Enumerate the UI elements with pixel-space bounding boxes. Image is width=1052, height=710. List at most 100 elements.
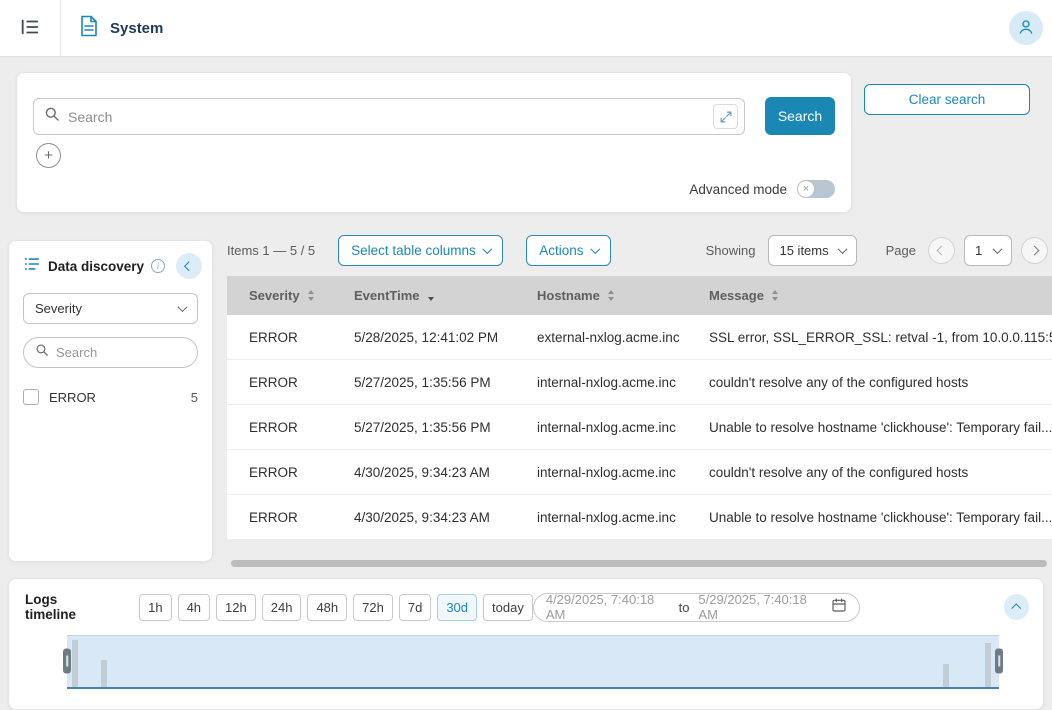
- timeline-range-button[interactable]: 7d: [399, 594, 431, 621]
- select-table-columns-label: Select table columns: [351, 243, 476, 258]
- brush-handle-right[interactable]: [995, 649, 1003, 674]
- info-icon[interactable]: i: [151, 259, 165, 273]
- cell-eventtime: 4/30/2025, 9:34:23 AM: [332, 450, 515, 494]
- timeline-range-button[interactable]: 72h: [353, 594, 393, 621]
- discovery-search-input[interactable]: [56, 345, 186, 360]
- cell-hostname: internal-nxlog.acme.inc: [515, 495, 687, 539]
- chevron-right-icon: [1030, 245, 1040, 255]
- timeline-selection[interactable]: [67, 635, 999, 687]
- column-header-message[interactable]: Message: [687, 276, 1052, 315]
- sort-icon: [608, 290, 614, 301]
- column-header-severity[interactable]: Severity: [227, 276, 332, 315]
- date-to: 5/29/2025, 7:40:18 AM: [698, 592, 822, 622]
- add-search-condition-button[interactable]: +: [36, 143, 61, 168]
- advanced-mode-label: Advanced mode: [689, 182, 787, 197]
- cell-message: Unable to resolve hostname 'clickhouse':…: [687, 405, 1052, 449]
- timeline-range-button[interactable]: 4h: [178, 594, 210, 621]
- field-select[interactable]: Severity: [23, 293, 198, 324]
- cell-eventtime: 4/30/2025, 9:34:23 AM: [332, 495, 515, 539]
- field-select-value: Severity: [35, 301, 82, 316]
- topbar: System: [0, 0, 1052, 57]
- date-to-label: to: [679, 600, 690, 615]
- column-header-hostname[interactable]: Hostname: [515, 276, 687, 315]
- timeline-range-buttons: 1h 4h 12h 24h 48h 72h 7d 30d today: [139, 594, 533, 621]
- cell-eventtime: 5/28/2025, 12:41:02 PM: [332, 315, 515, 359]
- chevron-left-icon: [184, 261, 193, 270]
- user-menu-button[interactable]: [1009, 11, 1043, 45]
- cell-severity: ERROR: [227, 360, 332, 404]
- search-input[interactable]: [68, 109, 705, 125]
- showing-label: Showing: [706, 243, 756, 258]
- cell-severity: ERROR: [227, 315, 332, 359]
- table-row[interactable]: ERROR 4/30/2025, 9:34:23 AM internal-nxl…: [227, 450, 1052, 495]
- cell-eventtime: 5/27/2025, 1:35:56 PM: [332, 405, 515, 449]
- data-discovery-icon: [23, 255, 41, 278]
- cell-hostname: internal-nxlog.acme.inc: [515, 450, 687, 494]
- clear-search-button[interactable]: Clear search: [864, 84, 1030, 115]
- table-row[interactable]: ERROR 5/28/2025, 12:41:02 PM external-nx…: [227, 315, 1052, 360]
- facet-value-row: ERROR 5: [23, 389, 198, 405]
- timeline-bar: [72, 640, 78, 687]
- severity-error-checkbox[interactable]: [23, 389, 39, 405]
- log-table: Severity EventTime Hostname Message ERRO…: [227, 276, 1052, 540]
- horizontal-scrollbar[interactable]: [231, 560, 1047, 567]
- table-header-row: Severity EventTime Hostname Message: [227, 276, 1052, 315]
- date-range-picker[interactable]: 4/29/2025, 7:40:18 AM to 5/29/2025, 7:40…: [533, 593, 860, 622]
- chevron-down-icon: [178, 302, 188, 312]
- calendar-icon: [831, 597, 847, 618]
- select-table-columns-button[interactable]: Select table columns: [338, 235, 503, 266]
- chevron-down-icon: [837, 244, 847, 254]
- menu-icon: [19, 16, 41, 41]
- column-header-eventtime[interactable]: EventTime: [332, 276, 515, 315]
- sidebar-toggle-button[interactable]: [0, 0, 61, 56]
- search-panel: Search + Advanced mode ×: [16, 72, 852, 213]
- table-row[interactable]: ERROR 5/27/2025, 1:35:56 PM internal-nxl…: [227, 360, 1052, 405]
- timeline-range-button[interactable]: 12h: [216, 594, 256, 621]
- page-size-value: 15 items: [779, 243, 828, 258]
- cell-message: Unable to resolve hostname 'clickhouse':…: [687, 495, 1052, 539]
- next-page-button[interactable]: [1021, 237, 1048, 264]
- cell-severity: ERROR: [227, 495, 332, 539]
- cell-message: couldn't resolve any of the configured h…: [687, 450, 1052, 494]
- chevron-down-icon: [993, 244, 1003, 254]
- cell-severity: ERROR: [227, 405, 332, 449]
- toggle-knob-close-icon: ×: [797, 180, 815, 198]
- search-button[interactable]: Search: [765, 97, 835, 135]
- cell-hostname: external-nxlog.acme.inc: [515, 315, 687, 359]
- chevron-left-icon: [937, 245, 947, 255]
- chevron-down-icon: [590, 244, 599, 253]
- sort-desc-icon: [428, 290, 434, 301]
- brush-handle-left[interactable]: [63, 649, 71, 674]
- collapse-timeline-button[interactable]: [1004, 594, 1029, 620]
- search-box: [33, 98, 745, 135]
- timeline-bar: [101, 660, 107, 687]
- page-title: System: [110, 20, 163, 37]
- cell-severity: ERROR: [227, 450, 332, 494]
- sort-icon: [308, 290, 314, 301]
- expand-query-editor-button[interactable]: [713, 104, 738, 129]
- page-label: Page: [886, 243, 916, 258]
- page-number-value: 1: [975, 243, 982, 258]
- timeline-range-button[interactable]: 1h: [139, 594, 171, 621]
- timeline-range-button[interactable]: today: [483, 594, 533, 621]
- expand-icon: [719, 110, 733, 124]
- previous-page-button[interactable]: [928, 237, 955, 264]
- timeline-range-button[interactable]: 30d: [437, 594, 477, 621]
- cell-eventtime: 5/27/2025, 1:35:56 PM: [332, 360, 515, 404]
- page-number-select[interactable]: 1: [964, 235, 1012, 266]
- collapse-panel-button[interactable]: [176, 253, 202, 279]
- timeline-bar: [985, 643, 991, 687]
- table-row[interactable]: ERROR 4/30/2025, 9:34:23 AM internal-nxl…: [227, 495, 1052, 540]
- page-size-select[interactable]: 15 items: [768, 235, 856, 266]
- actions-label: Actions: [539, 243, 583, 258]
- advanced-mode-toggle[interactable]: ×: [797, 180, 835, 198]
- plus-icon: +: [44, 148, 53, 163]
- timeline-range-button[interactable]: 24h: [262, 594, 302, 621]
- facet-value-count: 5: [191, 390, 198, 405]
- search-icon: [35, 343, 49, 362]
- timeline-range-button[interactable]: 48h: [307, 594, 347, 621]
- timeline-chart[interactable]: [67, 635, 999, 689]
- actions-button[interactable]: Actions: [526, 235, 611, 266]
- data-discovery-panel: Data discovery i Severity ERROR 5: [8, 240, 213, 562]
- table-row[interactable]: ERROR 5/27/2025, 1:35:56 PM internal-nxl…: [227, 405, 1052, 450]
